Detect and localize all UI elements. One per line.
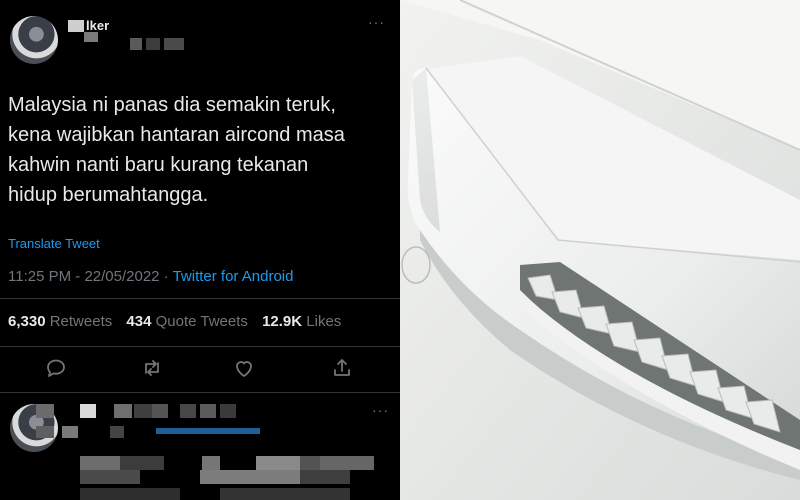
quotes-label: Quote Tweets: [155, 313, 248, 330]
author-handle[interactable]: lker: [86, 18, 109, 33]
tweet-text: Malaysia ni panas dia semakin teruk, ken…: [8, 90, 400, 210]
tweet-source-link[interactable]: Twitter for Android: [173, 268, 294, 285]
more-options-icon[interactable]: ···: [372, 402, 389, 418]
tweet-panel: lker ··· Malaysia ni panas dia semakin t…: [0, 0, 400, 500]
retweets-label: Retweets: [49, 313, 113, 330]
meta-separator: -: [71, 268, 85, 285]
tweet-date[interactable]: 22/05/2022: [84, 268, 159, 285]
divider: [0, 346, 400, 347]
tweet-time[interactable]: 11:25 PM: [8, 268, 71, 285]
share-icon[interactable]: [330, 356, 354, 380]
author-avatar[interactable]: [10, 16, 58, 64]
retweet-icon[interactable]: [140, 356, 164, 380]
tweet-meta: 11:25 PM - 22/05/2022 · Twitter for Andr…: [8, 268, 293, 285]
quotes-count: 434: [126, 313, 152, 330]
meta-separator: ·: [159, 268, 173, 285]
divider: [0, 392, 400, 393]
tweet-stats: 6,330 Retweets 434 Quote Tweets 12.9K Li…: [8, 313, 351, 330]
aircond-photo: [400, 0, 800, 500]
more-options-icon[interactable]: ···: [368, 14, 385, 30]
reply-icon[interactable]: [44, 356, 68, 380]
tweet-text-line: kahwin nanti baru kurang tekanan: [8, 154, 309, 176]
tweet-text-line: kena wajibkan hantaran aircond masa: [8, 124, 345, 146]
like-icon[interactable]: [232, 356, 256, 380]
retweets-stat[interactable]: 6,330 Retweets: [8, 313, 122, 330]
likes-label: Likes: [306, 313, 342, 330]
divider: [0, 298, 400, 299]
aircond-illustration: [400, 0, 800, 500]
likes-count: 12.9K: [262, 313, 303, 330]
retweets-count: 6,330: [8, 313, 46, 330]
tweet-text-line: hidup berumahtangga.: [8, 184, 209, 206]
translate-tweet-link[interactable]: Translate Tweet: [8, 236, 100, 251]
quotes-stat[interactable]: 434 Quote Tweets: [126, 313, 257, 330]
tweet-text-line: Malaysia ni panas dia semakin teruk,: [8, 94, 336, 116]
likes-stat[interactable]: 12.9K Likes: [262, 313, 351, 330]
